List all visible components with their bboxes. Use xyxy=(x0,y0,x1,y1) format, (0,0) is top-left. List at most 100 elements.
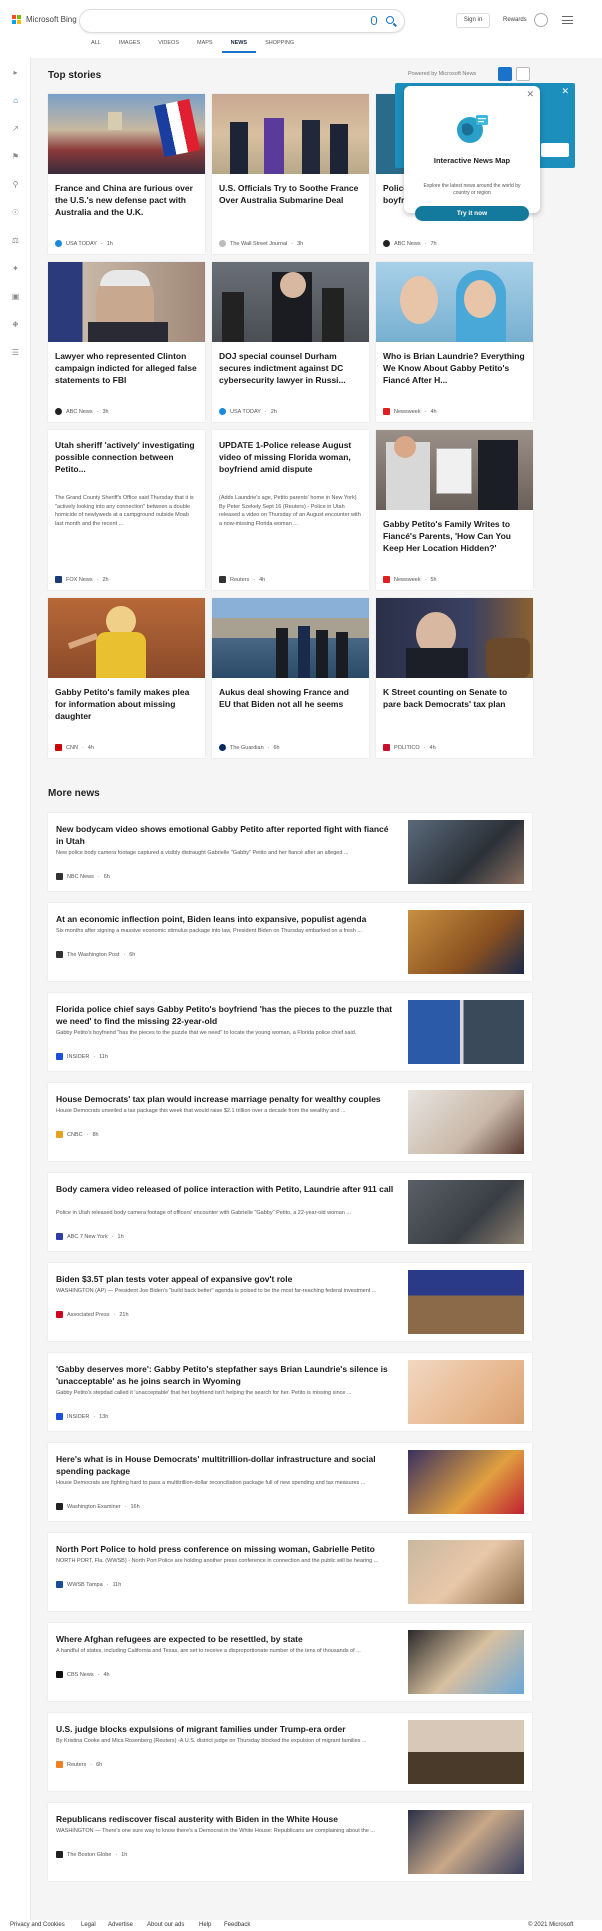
story-card[interactable]: Gabby Petito's family makes plea for inf… xyxy=(48,598,205,758)
grid-view-icon[interactable] xyxy=(498,67,512,81)
more-news-item[interactable]: Biden $3.5T plan tests voter appeal of e… xyxy=(48,1263,532,1341)
news-item-abstract: WASHINGTON (AP) — President Joe Biden's … xyxy=(56,1288,377,1294)
bing-logo[interactable]: Microsoft Bing xyxy=(12,15,77,24)
more-news-item[interactable]: Florida police chief says Gabby Petito's… xyxy=(48,993,532,1071)
story-image xyxy=(212,94,369,174)
news-item-title: New bodycam video shows emotional Gabby … xyxy=(56,824,389,846)
story-image xyxy=(376,262,533,342)
more-news-item[interactable]: U.S. judge blocks expulsions of migrant … xyxy=(48,1713,532,1791)
microsoft-logo-icon xyxy=(12,15,21,24)
story-card[interactable]: UPDATE 1-Police release August video of … xyxy=(212,430,369,590)
news-item-source: Washington Examiner · 16h xyxy=(56,1503,140,1510)
news-item-source: CNBC · 8h xyxy=(56,1131,99,1138)
news-item-source: Associated Press · 21h xyxy=(56,1311,129,1318)
globe-icon[interactable]: ☉ xyxy=(11,208,20,217)
story-title: UPDATE 1-Police release August video of … xyxy=(219,440,352,474)
business-icon[interactable]: ⚖ xyxy=(11,236,20,245)
source-logo-icon xyxy=(56,1413,63,1420)
story-card[interactable]: Gabby Petito's Family Writes to Fiancé's… xyxy=(376,430,533,590)
story-card[interactable]: France and China are furious over the U.… xyxy=(48,94,205,254)
story-card[interactable]: K Street counting on Senate to pare back… xyxy=(376,598,533,758)
footer-privacy-link[interactable]: Privacy and Cookies xyxy=(10,1922,65,1928)
tab-shopping[interactable]: SHOPPING xyxy=(256,40,303,53)
popup-title: Interactive News Map xyxy=(433,156,511,165)
story-title: Gabby Petito's family makes plea for inf… xyxy=(55,687,190,721)
banner-close-icon[interactable]: ✕ xyxy=(561,86,569,97)
story-source: Newsweek · 4h xyxy=(383,408,437,415)
source-logo-icon xyxy=(55,744,62,751)
news-item-title: Here's what is in House Democrats' multi… xyxy=(56,1454,376,1476)
story-card[interactable]: Utah sheriff 'actively' investigating po… xyxy=(48,430,205,590)
story-source: USA TODAY · 2h xyxy=(219,408,277,415)
microphone-icon[interactable] xyxy=(371,16,377,25)
source-logo-icon xyxy=(383,408,390,415)
tab-maps[interactable]: MAPS xyxy=(188,40,222,53)
news-item-title: House Democrats' tax plan would increase… xyxy=(56,1094,381,1104)
entertainment-icon[interactable]: ▣ xyxy=(11,292,20,301)
source-logo-icon xyxy=(56,1053,63,1060)
story-title: DOJ special counsel Durham secures indic… xyxy=(219,351,346,385)
story-source: Reuters · 4h xyxy=(219,576,265,583)
story-card[interactable]: Lawyer who represented Clinton campaign … xyxy=(48,262,205,422)
news-item-abstract: A handful of states, including Californi… xyxy=(56,1648,361,1654)
sign-in-button[interactable]: Sign in xyxy=(456,13,490,28)
news-item-title: Florida police chief says Gabby Petito's… xyxy=(56,1004,393,1026)
science-icon[interactable]: ✦ xyxy=(11,264,20,273)
news-item-thumbnail xyxy=(408,1720,524,1784)
more-news-item[interactable]: 'Gabby deserves more': Gabby Petito's st… xyxy=(48,1353,532,1431)
more-news-item[interactable]: Here's what is in House Democrats' multi… xyxy=(48,1443,532,1521)
story-card[interactable]: U.S. Officials Try to Soothe France Over… xyxy=(212,94,369,254)
source-logo-icon xyxy=(219,240,226,247)
rewards-link[interactable]: Rewards xyxy=(503,17,527,23)
banner-button[interactable] xyxy=(541,143,569,157)
more-icon[interactable]: ☰ xyxy=(11,348,20,357)
expand-icon[interactable]: ▸ xyxy=(11,68,20,77)
trending-icon[interactable]: ↗ xyxy=(11,124,20,133)
more-news-item[interactable]: Where Afghan refugees are expected to be… xyxy=(48,1623,532,1701)
tab-all[interactable]: ALL xyxy=(82,40,110,53)
story-source: Newsweek · 5h xyxy=(383,576,437,583)
story-card[interactable]: Aukus deal showing France and EU that Bi… xyxy=(212,598,369,758)
story-image xyxy=(376,598,533,678)
story-title: Who is Brian Laundrie? Everything We Kno… xyxy=(383,351,525,385)
news-item-source: The Boston Globe · 1h xyxy=(56,1851,127,1858)
rewards-trophy-icon[interactable] xyxy=(534,13,548,27)
footer-feedback-link[interactable]: Feedback xyxy=(224,1922,250,1928)
story-image xyxy=(48,94,205,174)
search-input[interactable] xyxy=(79,9,405,33)
location-icon[interactable]: ⚲ xyxy=(11,180,20,189)
footer-help-link[interactable]: Help xyxy=(199,1922,211,1928)
popup-close-icon[interactable]: ✕ xyxy=(526,89,534,100)
more-news-item[interactable]: House Democrats' tax plan would increase… xyxy=(48,1083,532,1161)
story-card[interactable]: Who is Brian Laundrie? Everything We Kno… xyxy=(376,262,533,422)
home-icon[interactable]: ⌂ xyxy=(11,96,20,105)
more-news-item[interactable]: Body camera video released of police int… xyxy=(48,1173,532,1251)
news-item-abstract: House Democrats are fighting hard to pas… xyxy=(56,1480,366,1486)
try-it-now-button[interactable]: Try it now xyxy=(415,206,529,221)
news-item-abstract: New police body camera footage captured … xyxy=(56,850,349,856)
hamburger-menu-icon[interactable] xyxy=(562,16,573,24)
story-card[interactable]: DOJ special counsel Durham secures indic… xyxy=(212,262,369,422)
story-source: ABC News · 7h xyxy=(383,240,437,247)
tab-news[interactable]: NEWS xyxy=(221,40,257,53)
more-news-item[interactable]: At an economic inflection point, Biden l… xyxy=(48,903,532,981)
more-news-item[interactable]: Republicans rediscover fiscal austerity … xyxy=(48,1803,532,1881)
more-news-item[interactable]: New bodycam video shows emotional Gabby … xyxy=(48,813,532,891)
search-icon[interactable] xyxy=(386,16,394,24)
news-item-thumbnail xyxy=(408,1450,524,1514)
tab-images[interactable]: IMAGES xyxy=(110,40,149,53)
footer-about-ads-link[interactable]: About our ads xyxy=(147,1922,184,1928)
chart-view-icon[interactable] xyxy=(516,67,530,81)
footer-legal-link[interactable]: Legal xyxy=(81,1922,96,1928)
tab-videos[interactable]: VIDEOS xyxy=(149,40,188,53)
source-logo-icon xyxy=(56,1503,63,1510)
news-item-abstract: NORTH PORT, Fla. (WWSB) - North Port Pol… xyxy=(56,1558,379,1564)
footer-advertise-link[interactable]: Advertise xyxy=(108,1922,133,1928)
flag-icon[interactable]: ⚑ xyxy=(11,152,20,161)
more-news-item[interactable]: North Port Police to hold press conferen… xyxy=(48,1533,532,1611)
news-item-source: WWSB Tampa · 11h xyxy=(56,1581,121,1588)
politics-icon[interactable]: ⛖ xyxy=(11,320,20,329)
story-source: The Guardian · 6h xyxy=(219,744,280,751)
story-title: Aukus deal showing France and EU that Bi… xyxy=(219,687,349,709)
news-item-source: INSIDER · 11h xyxy=(56,1053,108,1060)
